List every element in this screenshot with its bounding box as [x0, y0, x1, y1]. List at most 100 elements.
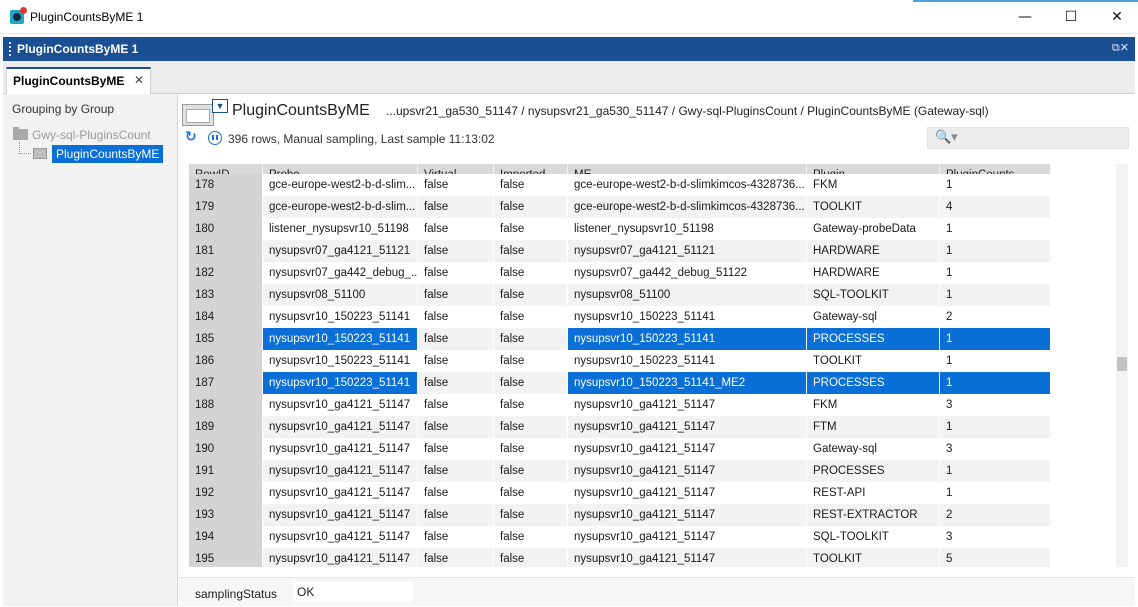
cell-plugincounts[interactable]: 1 — [940, 174, 1051, 196]
cell-plugincounts[interactable]: 3 — [940, 526, 1051, 548]
cell-imported[interactable]: false — [494, 460, 568, 482]
cell-rowid[interactable]: 195 — [189, 548, 263, 567]
table-row[interactable]: 194 nysupsvr10_ga4121_51147 false false nysu… — [189, 526, 1051, 548]
cell-probe[interactable]: nysupsvr10_ga4121_51147 — [263, 548, 418, 567]
cell-plugin[interactable]: Gateway-sql — [807, 306, 940, 328]
cell-virtual[interactable]: false — [418, 284, 494, 306]
cell-probe[interactable]: nysupsvr07_ga442_debug_... — [263, 262, 418, 284]
cell-rowid[interactable]: 185 — [189, 328, 263, 350]
cell-virtual[interactable]: false — [418, 174, 494, 196]
cell-imported[interactable]: false — [494, 328, 568, 350]
cell-imported[interactable]: false — [494, 482, 568, 504]
vertical-scrollbar[interactable] — [1116, 164, 1128, 567]
cell-plugincounts[interactable]: 3 — [940, 394, 1051, 416]
cell-imported[interactable]: false — [494, 526, 568, 548]
cell-probe[interactable]: gce-europe-west2-b-d-slim... — [263, 174, 418, 196]
cell-probe[interactable]: nysupsvr10_150223_51141 — [263, 328, 418, 350]
cell-rowid[interactable]: 192 — [189, 482, 263, 504]
refresh-icon[interactable]: ↻ — [185, 130, 199, 144]
table-row[interactable]: 185 nysupsvr10_150223_51141 false false nysu… — [189, 328, 1051, 350]
minimize-button[interactable]: — — [1002, 0, 1048, 34]
cell-me[interactable]: nysupsvr10_150223_51141 — [568, 328, 807, 350]
cell-me[interactable]: nysupsvr08_51100 — [568, 284, 807, 306]
cell-plugin[interactable]: Gateway-sql — [807, 438, 940, 460]
cell-rowid[interactable]: 183 — [189, 284, 263, 306]
table-row[interactable]: 193 nysupsvr10_ga4121_51147 false false nysu… — [189, 504, 1051, 526]
cell-virtual[interactable]: false — [418, 350, 494, 372]
tree-node-group[interactable]: Gwy-sql-PluginsCount — [11, 126, 176, 144]
cell-plugincounts[interactable]: 5 — [940, 548, 1051, 567]
cell-plugin[interactable]: FTM — [807, 416, 940, 438]
cell-plugincounts[interactable]: 1 — [940, 262, 1051, 284]
cell-plugin[interactable]: FKM — [807, 174, 940, 196]
table-row[interactable]: 184 nysupsvr10_150223_51141 false false nysu… — [189, 306, 1051, 328]
cell-rowid[interactable]: 182 — [189, 262, 263, 284]
cell-plugin[interactable]: REST-EXTRACTOR — [807, 504, 940, 526]
cell-plugin[interactable]: Gateway-probeData — [807, 218, 940, 240]
tree-node-view[interactable]: PluginCountsByME — [33, 145, 178, 163]
scrollbar-thumb[interactable] — [1117, 357, 1127, 371]
cell-me[interactable]: nysupsvr07_ga442_debug_51122 — [568, 262, 807, 284]
cell-plugincounts[interactable]: 2 — [940, 306, 1051, 328]
cell-me[interactable]: listener_nysupsvr10_51198 — [568, 218, 807, 240]
cell-plugin[interactable]: TOOLKIT — [807, 350, 940, 372]
table-row[interactable]: 183 nysupsvr08_51100 false false nysupsvr08_… — [189, 284, 1051, 306]
cell-me[interactable]: nysupsvr10_ga4121_51147 — [568, 548, 807, 567]
cell-imported[interactable]: false — [494, 416, 568, 438]
cell-probe[interactable]: nysupsvr10_150223_51141 — [263, 306, 418, 328]
cell-me[interactable]: gce-europe-west2-b-d-slimkimcos-4328736.… — [568, 196, 807, 218]
cell-me[interactable]: nysupsvr10_150223_51141 — [568, 350, 807, 372]
cell-plugin[interactable]: REST-API — [807, 482, 940, 504]
cell-imported[interactable]: false — [494, 548, 568, 567]
tab-close-icon[interactable]: ✕ — [134, 73, 144, 87]
cell-me[interactable]: nysupsvr10_ga4121_51147 — [568, 394, 807, 416]
cell-plugin[interactable]: PROCESSES — [807, 372, 940, 394]
cell-plugincounts[interactable]: 4 — [940, 196, 1051, 218]
cell-virtual[interactable]: false — [418, 196, 494, 218]
table-row[interactable]: 195 nysupsvr10_ga4121_51147 false false nysu… — [189, 548, 1051, 567]
cell-probe[interactable]: nysupsvr10_ga4121_51147 — [263, 460, 418, 482]
drag-grip-icon[interactable] — [9, 42, 12, 56]
cell-probe[interactable]: listener_nysupsvr10_51198 — [263, 218, 418, 240]
cell-virtual[interactable]: false — [418, 240, 494, 262]
pause-icon[interactable] — [208, 131, 222, 145]
cell-probe[interactable]: nysupsvr10_ga4121_51147 — [263, 394, 418, 416]
cell-plugin[interactable]: TOOLKIT — [807, 548, 940, 567]
cell-me[interactable]: nysupsvr10_150223_51141_ME2 — [568, 372, 807, 394]
cell-probe[interactable]: nysupsvr10_ga4121_51147 — [263, 526, 418, 548]
table-row[interactable]: 179 gce-europe-west2-b-d-slim... false fals… — [189, 196, 1051, 218]
cell-virtual[interactable]: false — [418, 262, 494, 284]
table-row[interactable]: 181 nysupsvr07_ga4121_51121 false false nysu… — [189, 240, 1051, 262]
cell-imported[interactable]: false — [494, 504, 568, 526]
cell-me[interactable]: gce-europe-west2-b-d-slimkimcos-4328736.… — [568, 174, 807, 196]
cell-virtual[interactable]: false — [418, 548, 494, 567]
cell-plugincounts[interactable]: 1 — [940, 482, 1051, 504]
cell-plugincounts[interactable]: 1 — [940, 240, 1051, 262]
cell-plugin[interactable]: PROCESSES — [807, 460, 940, 482]
cell-rowid[interactable]: 191 — [189, 460, 263, 482]
cell-plugincounts[interactable]: 2 — [940, 504, 1051, 526]
cell-probe[interactable]: gce-europe-west2-b-d-slim... — [263, 196, 418, 218]
filter-icon[interactable]: ▼ — [212, 99, 228, 113]
cell-plugincounts[interactable]: 1 — [940, 328, 1051, 350]
table-row[interactable]: 186 nysupsvr10_150223_51141 false false nysu… — [189, 350, 1051, 372]
cell-plugin[interactable]: TOOLKIT — [807, 196, 940, 218]
cell-rowid[interactable]: 184 — [189, 306, 263, 328]
cell-probe[interactable]: nysupsvr10_150223_51141 — [263, 350, 418, 372]
close-button[interactable]: ✕ — [1094, 0, 1138, 34]
table-row[interactable]: 178 gce-europe-west2-b-d-slim... false fals… — [189, 174, 1051, 196]
table-row[interactable]: 180 listener_nysupsvr10_51198 false false li… — [189, 218, 1051, 240]
cell-plugin[interactable]: PROCESSES — [807, 328, 940, 350]
table-row[interactable]: 187 nysupsvr10_150223_51141 false false nysu… — [189, 372, 1051, 394]
cell-probe[interactable]: nysupsvr10_ga4121_51147 — [263, 482, 418, 504]
cell-imported[interactable]: false — [494, 394, 568, 416]
cell-virtual[interactable]: false — [418, 328, 494, 350]
cell-plugin[interactable]: FKM — [807, 394, 940, 416]
cell-imported[interactable]: false — [494, 372, 568, 394]
cell-me[interactable]: nysupsvr07_ga4121_51121 — [568, 240, 807, 262]
cell-virtual[interactable]: false — [418, 504, 494, 526]
cell-rowid[interactable]: 178 — [189, 174, 263, 196]
cell-virtual[interactable]: false — [418, 438, 494, 460]
cell-imported[interactable]: false — [494, 306, 568, 328]
cell-plugin[interactable]: SQL-TOOLKIT — [807, 526, 940, 548]
